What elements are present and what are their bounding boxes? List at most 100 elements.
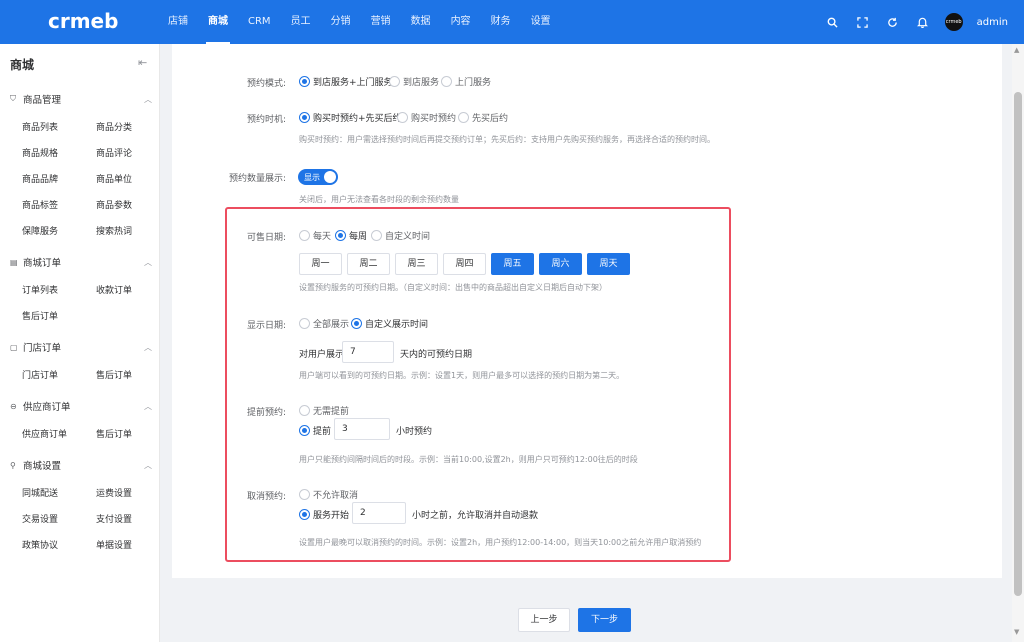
scroll-down-icon[interactable]: ▼ [1014,628,1019,636]
sidebar-item[interactable]: 商品分类 [96,120,132,133]
radio-icon [299,230,310,241]
sale-date-option-daily[interactable]: 每天 [299,229,331,242]
nav-finance[interactable]: 财务 [481,0,521,44]
advance-hours-input[interactable]: 3 [334,418,390,440]
mode-option-home[interactable]: 上门服务 [441,75,491,88]
header-actions: crmeb admin [825,0,1008,44]
day-button-thu[interactable]: 周四 [443,253,486,275]
scrollbar-thumb[interactable] [1014,92,1022,596]
radio-label: 自定义展示时间 [365,320,429,330]
nav-staff[interactable]: 员工 [281,0,321,44]
day-button-sat[interactable]: 周六 [539,253,582,275]
day-button-fri[interactable]: 周五 [491,253,534,275]
chevron-up-icon: ︿ [144,94,152,104]
advance-option-none[interactable]: 无需提前 [299,404,349,417]
radio-label: 上门服务 [455,78,492,88]
timing-option-both[interactable]: 购买时预约+先买后约 [299,111,402,124]
day-button-sun[interactable]: 周天 [587,253,630,275]
order-icon: ▤ [10,257,18,267]
timing-option-later[interactable]: 先买后约 [458,111,508,124]
radio-label: 每天 [313,232,332,242]
day-button-wed[interactable]: 周三 [395,253,438,275]
radio-icon [371,230,382,241]
radio-label: 到店服务+上门服务 [313,78,393,88]
nav-mall[interactable]: 商城 [198,0,238,44]
advance-option-hours[interactable]: 提前 [299,424,331,437]
nav-distribution[interactable]: 分销 [321,0,361,44]
sidebar-item[interactable]: 售后订单 [96,427,132,440]
wrench-icon: ⚲ [10,460,16,470]
display-date-option-custom[interactable]: 自定义展示时间 [351,317,428,330]
sidebar-group-orders[interactable]: ▤ 商城订单 ︿ [10,255,152,270]
cancel-hours-input[interactable]: 2 [352,502,406,524]
sidebar-item[interactable]: 搜索热词 [96,224,132,237]
timing-label: 预约时机: [246,115,286,125]
sidebar-item[interactable]: 保障服务 [22,224,58,237]
sidebar-item[interactable]: 商品规格 [22,146,58,159]
sidebar-item[interactable]: 订单列表 [22,283,58,296]
prev-step-button[interactable]: 上一步 [518,608,570,632]
collapse-icon[interactable]: ⇤ [138,56,147,69]
bell-icon[interactable] [915,14,931,30]
sidebar-group-label: 供应商订单 [23,402,71,413]
sale-date-label: 可售日期: [246,233,286,243]
nav-settings[interactable]: 设置 [521,0,561,44]
nav-shop[interactable]: 店铺 [158,0,198,44]
mode-option-both[interactable]: 到店服务+上门服务 [299,75,393,88]
sidebar-item[interactable]: 商品品牌 [22,172,58,185]
sidebar-item[interactable]: 政策协议 [22,538,58,551]
avatar[interactable]: crmeb [944,13,963,31]
sidebar-item[interactable]: 售后订单 [96,368,132,381]
sale-date-option-weekly[interactable]: 每周 [335,229,367,242]
cancel-option-disallow[interactable]: 不允许取消 [299,488,358,501]
sidebar-item[interactable]: 收款订单 [96,283,132,296]
sidebar-item[interactable]: 交易设置 [22,512,58,525]
sidebar-item[interactable]: 支付设置 [96,512,132,525]
sidebar-item[interactable]: 门店订单 [22,368,58,381]
mode-label: 预约模式: [246,79,286,89]
sidebar-item[interactable]: 同城配送 [22,486,58,499]
scroll-up-icon[interactable]: ▲ [1014,46,1019,54]
sidebar-item[interactable]: 单据设置 [96,538,132,551]
sidebar-item[interactable]: 商品参数 [96,198,132,211]
day-button-tue[interactable]: 周二 [347,253,390,275]
sidebar-item[interactable]: 商品列表 [22,120,58,133]
quantity-display-switch[interactable]: 显示 [298,169,338,185]
sidebar-item[interactable]: 商品单位 [96,172,132,185]
cancel-option-before-start[interactable]: 服务开始 [299,508,349,521]
display-date-prefix: 对用户展示 [299,350,345,360]
search-icon[interactable] [825,14,841,30]
cancel-label: 取消预约: [246,492,286,502]
cart-icon: ⛉ [10,94,16,103]
logo[interactable]: crmeb [48,9,118,33]
display-date-option-all[interactable]: 全部展示 [299,317,349,330]
username[interactable]: admin [977,17,1008,28]
sidebar-group-store-orders[interactable]: ▢ 门店订单 ︿ [10,340,152,355]
radio-checked-icon [335,230,346,241]
nav-data[interactable]: 数据 [401,0,441,44]
sidebar-group-label: 商城设置 [23,461,62,472]
sidebar-item[interactable]: 商品标签 [22,198,58,211]
sidebar-item[interactable]: 售后订单 [22,309,58,322]
nav-content[interactable]: 内容 [441,0,481,44]
sidebar-group-mall-settings[interactable]: ⚲ 商城设置 ︿ [10,458,152,473]
next-step-button[interactable]: 下一步 [578,608,631,632]
refresh-icon[interactable] [885,14,901,30]
mode-option-store[interactable]: 到店服务 [389,75,439,88]
radio-label: 全部展示 [313,320,350,330]
sidebar-group-goods[interactable]: ⛉ 商品管理 ︿ [10,92,152,106]
day-button-mon[interactable]: 周一 [299,253,342,275]
sidebar-item[interactable]: 运费设置 [96,486,132,499]
sidebar-group-supplier-orders[interactable]: ⊖ 供应商订单 ︿ [10,399,152,414]
nav-crm[interactable]: CRM [238,0,281,44]
fullscreen-icon[interactable] [855,14,871,30]
sidebar-item[interactable]: 商品评论 [96,146,132,159]
timing-option-buy[interactable]: 购买时预约 [397,111,456,124]
sale-date-option-custom[interactable]: 自定义时间 [371,229,430,242]
nav-marketing[interactable]: 营销 [361,0,401,44]
chevron-up-icon: ︿ [144,257,152,267]
display-days-input[interactable]: 7 [342,341,394,363]
sidebar-item[interactable]: 供应商订单 [22,427,67,440]
sidebar-group-label: 商品管理 [23,95,62,106]
radio-label: 服务开始 [313,511,350,521]
